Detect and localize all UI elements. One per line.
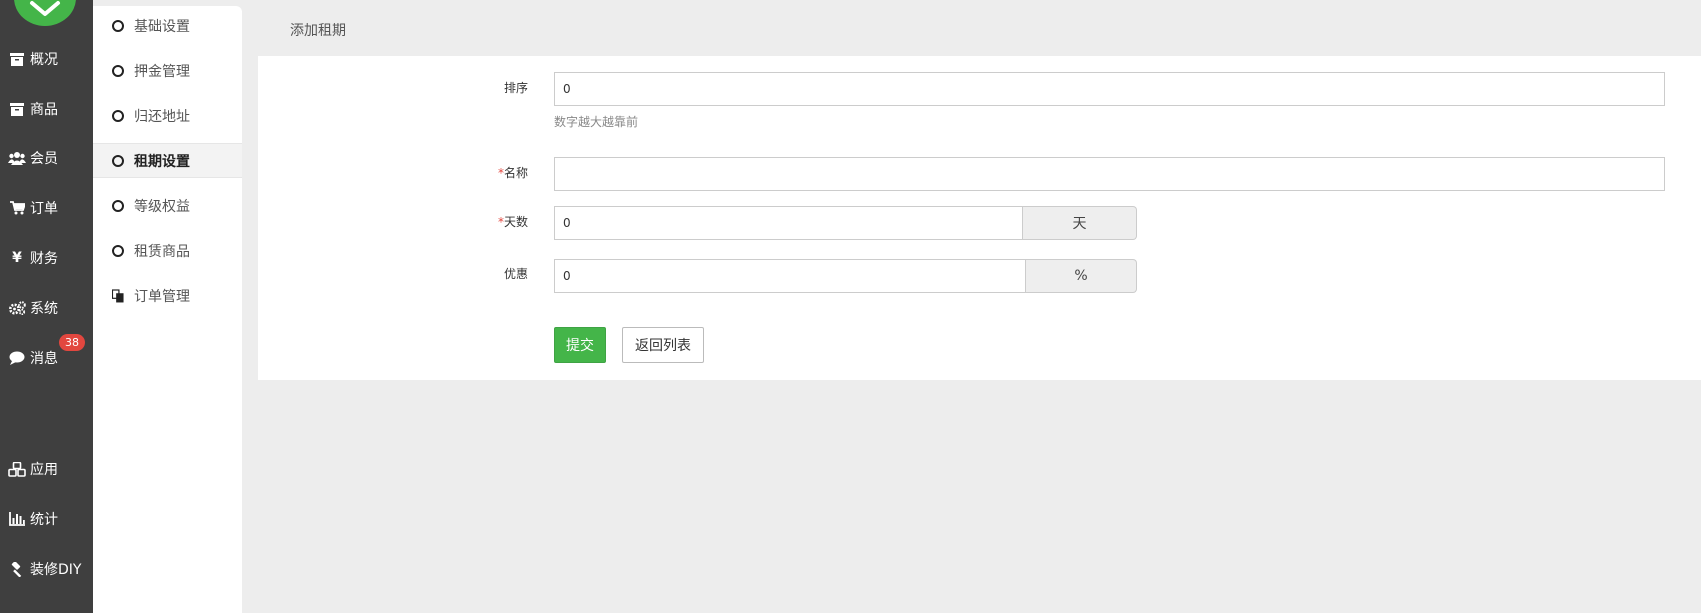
sidebar-item-stats[interactable]: 统计 [8,507,58,531]
sidebar-item-label: 装修DIY [30,562,82,578]
sidebar-item-label: 统计 [30,512,58,528]
sidebar-item-label: 会员 [30,151,58,167]
days-label: *天数 [497,215,528,229]
sidebar-item-orders[interactable]: 订单 [8,196,58,220]
sidebar-item-label: 系统 [30,301,58,317]
sidebar-item-finance[interactable]: ¥ 财务 [8,246,58,270]
back-to-list-button[interactable]: 返回列表 [622,327,704,363]
subnav-item-label: 押金管理 [134,63,190,80]
subnav-item-label: 租期设置 [134,153,190,170]
bar-chart-icon [8,511,26,527]
discount-input[interactable] [554,259,1026,293]
logo[interactable] [14,0,76,26]
gears-icon [8,300,26,316]
subnav-item-lease-goods[interactable]: 租赁商品 [93,233,242,268]
circle-icon [112,199,124,212]
sidebar-item-label: 消息 [30,351,58,367]
sidebar-item-label: 财务 [30,251,58,267]
sidebar-item-overview[interactable]: 概况 [8,47,58,71]
sidebar-item-apps[interactable]: 应用 [8,457,58,481]
name-label: *名称 [497,166,528,180]
comment-icon [8,350,26,366]
sidebar-item-decorate-diy[interactable]: 装修DIY [8,557,81,581]
subnav-item-deposit[interactable]: 押金管理 [93,53,242,88]
circle-icon [112,64,124,77]
sort-input[interactable] [554,72,1665,106]
sidebar-item-goods[interactable]: 商品 [8,97,58,121]
subnav-item-label: 等级权益 [134,198,190,215]
sidebar-item-members[interactable]: 会员 [8,146,58,170]
subnav-item-order-management[interactable]: 订单管理 [93,278,242,313]
message-count-badge: 38 [59,334,85,351]
subnav-item-lease-period[interactable]: 租期设置 [93,143,242,178]
copy-icon [112,288,124,303]
users-icon [8,150,26,166]
name-input[interactable] [554,157,1665,191]
discount-label: 优惠 [503,267,528,281]
sidebar-item-label: 应用 [30,462,58,478]
chevron-down-icon [30,1,60,16]
circle-icon [112,244,124,257]
subnav-item-basic-settings[interactable]: 基础设置 [93,8,242,43]
submit-button[interactable]: 提交 [554,327,606,363]
page-title: 添加租期 [290,23,346,39]
circle-icon [112,154,124,167]
sidebar-item-label: 商品 [30,102,58,118]
subnav-item-label: 租赁商品 [134,243,190,260]
sidebar-item-label: 概况 [30,52,58,68]
circle-icon [112,19,124,32]
subnav-item-label: 归还地址 [134,108,190,125]
subnav-item-level-benefits[interactable]: 等级权益 [93,188,242,223]
main-sidebar: 概况 商品 会员 订单 ¥ 财务 系统 消息 38 应用 统计 装修DIY [0,0,93,613]
add-lease-period-form: 排序 数字越大越靠前 *名称 *天数 天 优惠 % 提交 返回列表 [258,56,1701,380]
yen-icon: ¥ [12,250,22,266]
cart-icon [8,200,26,216]
content-header: 添加租期 [242,6,1701,56]
discount-unit-addon: % [1026,259,1137,293]
subnav-item-label: 订单管理 [134,288,190,305]
circle-icon [112,109,124,122]
subnav-item-return-address[interactable]: 归还地址 [93,98,242,133]
days-unit-addon: 天 [1023,206,1137,240]
cubes-icon [8,461,26,477]
days-input[interactable] [554,206,1023,240]
sidebar-item-system[interactable]: 系统 [8,296,58,320]
sub-sidebar: 基础设置 押金管理 归还地址 租期设置 等级权益 租赁商品 订单管理 [93,6,242,613]
subnav-item-label: 基础设置 [134,18,190,35]
sort-label: 排序 [503,81,528,95]
archive-icon [8,51,26,67]
sort-help-text: 数字越大越靠前 [554,115,639,129]
sidebar-item-messages[interactable]: 消息 [8,346,58,370]
archive-icon [8,101,26,117]
sidebar-item-label: 订单 [30,201,58,217]
gavel-icon [8,561,26,577]
